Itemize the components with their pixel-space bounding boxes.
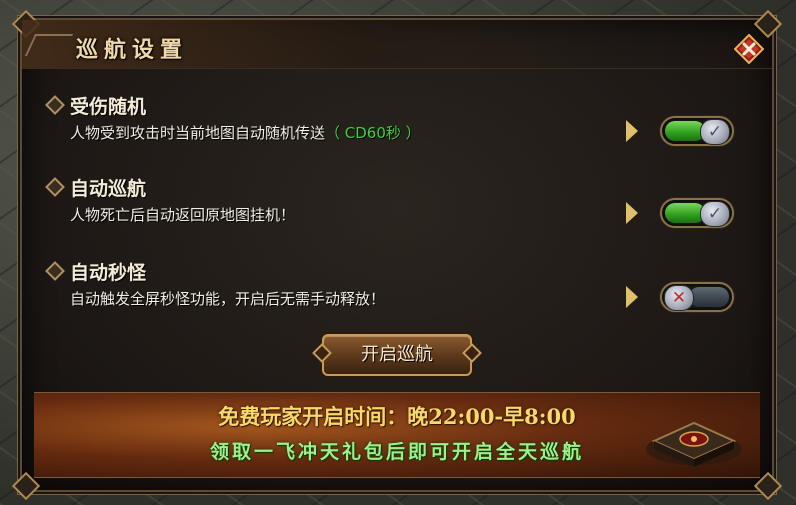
- pointer-arrow-icon: [626, 286, 638, 308]
- cross-icon: ✕: [671, 287, 687, 308]
- start-cruise-button[interactable]: 开启巡航: [322, 334, 472, 376]
- option-description: 人物受到攻击时当前地图自动随机传送（ CD60秒 ）: [70, 122, 421, 143]
- free-time-text: 免费玩家开启时间：晚22:00-早8:00: [218, 404, 576, 429]
- promo-banner: 免费玩家开启时间：晚22:00-早8:00 领取一飞冲天礼包后即可开启全天巡航: [34, 392, 760, 478]
- option-title: 自动秒怪: [70, 262, 147, 284]
- diamond-bullet-icon: [45, 177, 65, 197]
- toggle-track: [665, 203, 705, 223]
- option-description: 人物死亡后自动返回原地图挂机！: [70, 204, 295, 225]
- option-description-text: 人物死亡后自动返回原地图挂机！: [70, 206, 296, 224]
- option-injury-random: 受伤随机 人物受到攻击时当前地图自动随机传送（ CD60秒 ） ✓: [45, 92, 746, 162]
- toggle-auto-kill[interactable]: ✕: [660, 282, 734, 312]
- gift-pack-text: 领取一飞冲天礼包后即可开启全天巡航: [209, 441, 584, 463]
- cruise-settings-dialog: 巡航设置 受伤随机 人物受到攻击时当前地图自动随机传送（ CD60秒 ） ✓ 自…: [11, 9, 783, 501]
- check-icon: ✓: [707, 121, 723, 142]
- toggle-knob: ✓: [700, 119, 730, 145]
- title-bar: 巡航设置: [22, 20, 772, 69]
- toggle-knob: ✓: [700, 201, 730, 227]
- option-auto-kill: 自动秒怪 自动触发全屏秒怪功能，开启后无需手动释放！ ✕: [45, 258, 746, 328]
- toggle-auto-cruise[interactable]: ✓: [660, 198, 734, 228]
- option-auto-cruise: 自动巡航 人物死亡后自动返回原地图挂机！ ✓: [45, 174, 746, 244]
- check-icon: ✓: [707, 203, 723, 224]
- option-description: 自动触发全屏秒怪功能，开启后无需手动释放！: [70, 288, 385, 309]
- dialog-title: 巡航设置: [76, 37, 189, 63]
- option-description-text: 自动触发全屏秒怪功能，开启后无需手动释放！: [70, 290, 386, 308]
- toggle-track: [665, 121, 705, 141]
- toggle-track: [689, 287, 729, 307]
- title-ornament: [24, 34, 74, 56]
- pointer-arrow-icon: [626, 120, 638, 142]
- pointer-arrow-icon: [626, 202, 638, 224]
- option-title: 受伤随机: [70, 96, 147, 118]
- close-button[interactable]: [733, 33, 765, 65]
- toggle-injury-random[interactable]: ✓: [660, 116, 734, 146]
- toggle-knob: ✕: [664, 285, 694, 311]
- option-title: 自动巡航: [70, 178, 147, 200]
- diamond-bullet-icon: [45, 261, 65, 281]
- cooldown-text: （ CD60秒 ）: [325, 124, 421, 142]
- diamond-bullet-icon: [45, 95, 65, 115]
- close-icon: [733, 33, 765, 65]
- option-description-text: 人物受到攻击时当前地图自动随机传送: [70, 124, 326, 142]
